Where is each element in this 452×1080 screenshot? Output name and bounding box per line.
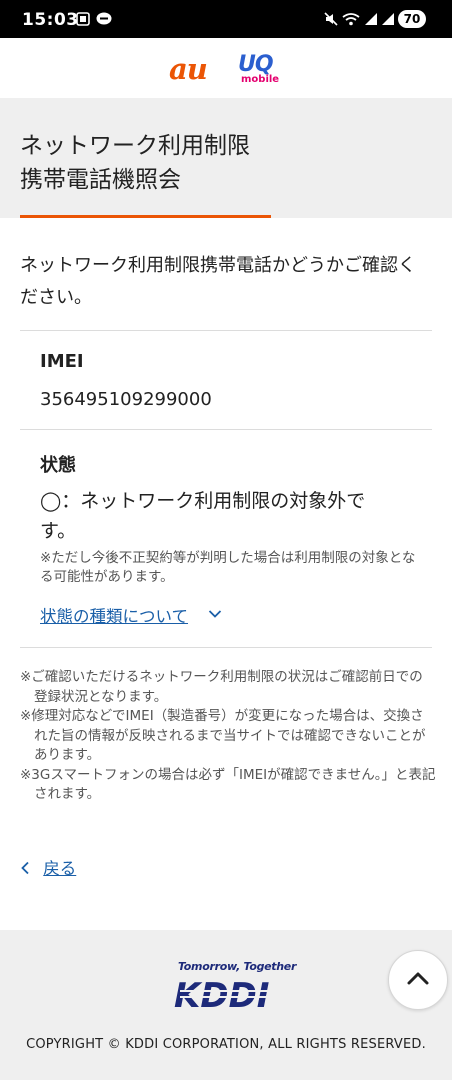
au-logo: au xyxy=(169,52,208,86)
signal-icon-1 xyxy=(365,13,377,25)
page-title-line1: ネットワーク利用制限 xyxy=(20,133,250,159)
scroll-top-button[interactable] xyxy=(388,950,448,1010)
copyright: COPYRIGHT © KDDI CORPORATION, ALL RIGHTS… xyxy=(26,1037,426,1052)
mute-icon xyxy=(324,12,338,26)
notes-list: ※ご確認いただけるネットワーク利用制限の状況はご確認前日での登録状況となります。… xyxy=(20,668,436,805)
divider xyxy=(20,647,432,648)
uq-logo-subtext: mobile xyxy=(241,74,280,85)
page-title-block: ネットワーク利用制限 携帯電話機照会 xyxy=(0,98,452,218)
back-link[interactable]: 戻る xyxy=(20,855,76,879)
screenshot-icon xyxy=(76,12,90,26)
intro-text: ネットワーク利用制限携帯電話かどうかご確認ください。 xyxy=(20,255,416,308)
page: 15:03 70 au UQ mobile ネットワーク利用制限 携帯電話機照会… xyxy=(0,0,452,1080)
state-value: ◯：ネットワーク利用制限の対象外です。 xyxy=(40,490,366,542)
kddi-tagline: Tomorrow, Together xyxy=(178,960,297,973)
page-title-line2: 携帯電話機照会 xyxy=(20,167,181,193)
divider xyxy=(20,429,432,430)
note-item: ※ご確認いただけるネットワーク利用制限の状況はご確認前日での登録状況となります。 xyxy=(20,669,423,705)
chevron-left-icon xyxy=(21,861,29,875)
chevron-down-icon[interactable] xyxy=(208,607,222,621)
note-item: ※修理対応などでIMEI（製造番号）が変更になった場合は、交換された旨の情報が反… xyxy=(20,708,426,763)
divider xyxy=(20,330,432,331)
imei-value: 356495109299000 xyxy=(40,389,212,410)
uq-mobile-logo: UQ mobile xyxy=(235,50,279,90)
line-app-icon xyxy=(96,12,112,25)
brand-header: au UQ mobile xyxy=(0,38,452,98)
back-link-label: 戻る xyxy=(43,859,77,878)
state-label: 状態 xyxy=(40,455,76,476)
kddi-logo: KDDI xyxy=(174,976,272,1016)
footer: Tomorrow, Together KDDI COPYRIGHT © KDDI… xyxy=(0,930,452,1080)
status-bar: 15:03 70 xyxy=(0,0,452,38)
imei-label: IMEI xyxy=(40,351,84,372)
battery-indicator: 70 xyxy=(398,10,426,28)
signal-icon-2 xyxy=(382,13,394,25)
note-item: ※3Gスマートフォンの場合は必ず「IMEIが確認できません。」と表記されます。 xyxy=(20,766,436,803)
status-time: 15:03 xyxy=(22,10,79,30)
wifi-icon xyxy=(342,13,360,26)
title-accent-underline xyxy=(20,215,271,218)
state-note: ※ただし今後不正契約等が判明した場合は利用制限の対象となる可能性があります。 xyxy=(40,550,416,585)
chevron-up-icon xyxy=(407,972,429,985)
state-types-link[interactable]: 状態の種類について xyxy=(40,603,188,627)
